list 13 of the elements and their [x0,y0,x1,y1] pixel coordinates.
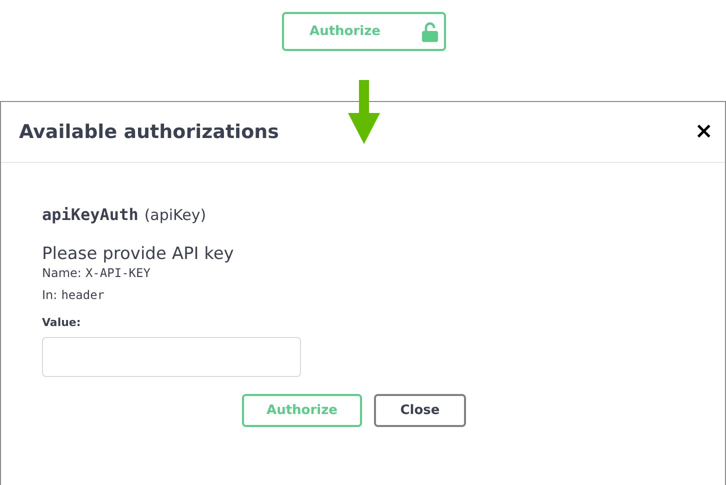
dialog-title: Available authorizations [19,121,279,143]
close-button[interactable]: Close [374,394,466,427]
scheme-type: (apiKey) [144,206,206,224]
scheme-name: apiKeyAuth [42,205,138,224]
scheme-description: Please provide API key [42,244,235,264]
value-label: Value: [42,316,82,329]
in-value: header [61,288,105,302]
unlocked-lock-icon [422,22,438,42]
name-label: Name: [42,266,82,280]
down-arrow [348,80,380,144]
name-value: X-API-KEY [85,266,150,280]
in-label: In: [42,288,58,302]
value-field[interactable] [42,337,301,377]
